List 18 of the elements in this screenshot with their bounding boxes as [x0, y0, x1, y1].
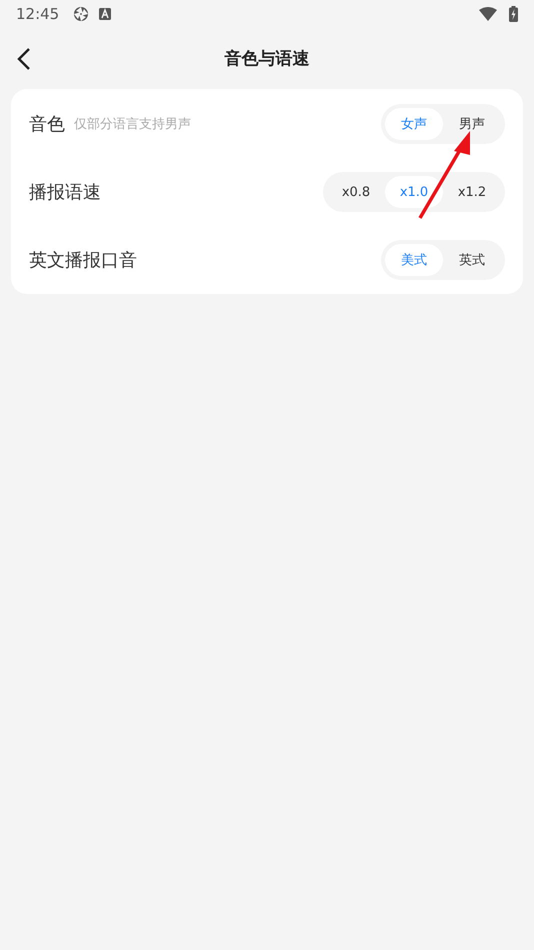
back-icon[interactable]	[17, 48, 31, 70]
setting-label: 音色	[29, 113, 65, 136]
setting-label: 播报语速	[29, 181, 101, 204]
segment-option[interactable]: 英式	[443, 244, 501, 276]
setting-label: 英文播报口音	[29, 249, 137, 272]
segment-option[interactable]: 美式	[385, 244, 443, 276]
page-title: 音色与语速	[224, 48, 310, 70]
battery-icon	[509, 6, 518, 22]
wifi-icon	[479, 7, 497, 21]
segment-option[interactable]: 男声	[443, 108, 501, 140]
segment-option[interactable]: x1.0	[385, 176, 443, 208]
setting-hint: 仅部分语言支持男声	[74, 116, 191, 133]
segment-option[interactable]: x0.8	[327, 176, 385, 208]
aperture-icon	[73, 6, 90, 22]
a-square-icon	[99, 8, 112, 20]
status-time: 12:45	[16, 5, 60, 23]
segment-option[interactable]: 女声	[385, 108, 443, 140]
segment-option[interactable]: x1.2	[443, 176, 501, 208]
